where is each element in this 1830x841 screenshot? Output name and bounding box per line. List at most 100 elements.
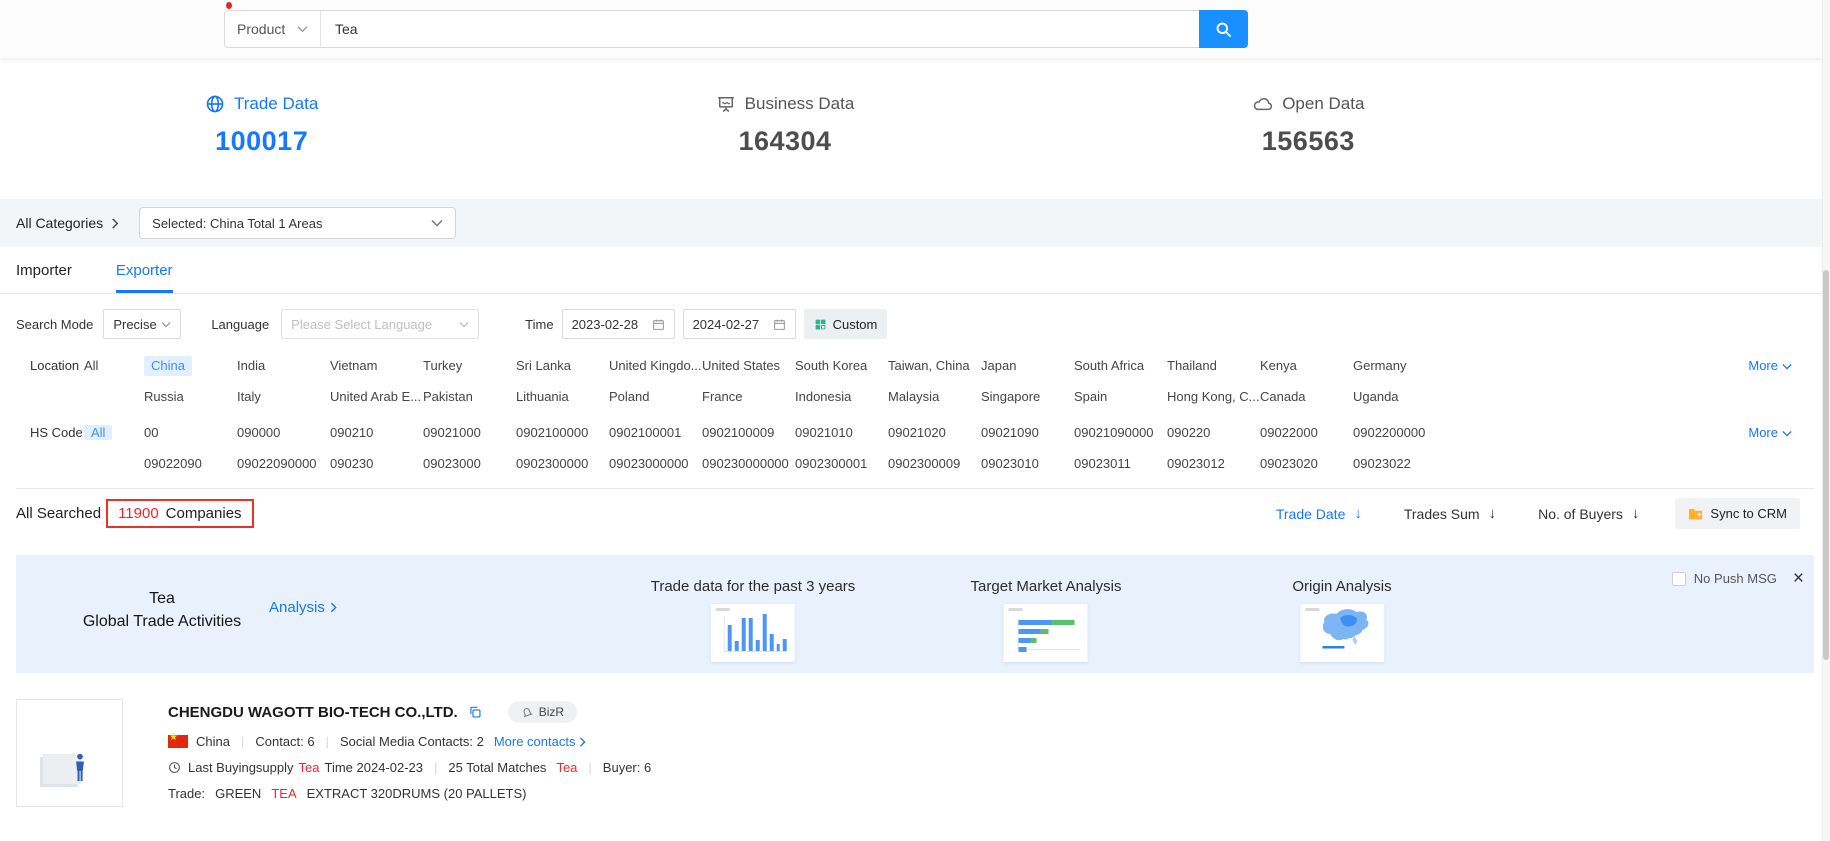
sort-no-of-buyers[interactable]: No. of Buyers ↓ [1538, 505, 1639, 522]
location-option[interactable]: Poland [609, 387, 649, 407]
location-option[interactable]: Japan [981, 356, 1016, 376]
company-image[interactable] [16, 699, 123, 807]
hs-code-option[interactable]: 090230000000 [702, 454, 789, 474]
tab-exporter[interactable]: Exporter [116, 247, 173, 293]
hs-code-option[interactable]: 09023000000 [609, 454, 689, 474]
keyword-highlight: Tea [556, 760, 577, 775]
location-option[interactable]: Lithuania [516, 387, 569, 407]
location-option[interactable]: Indonesia [795, 387, 851, 407]
location-option[interactable]: Sri Lanka [516, 356, 571, 376]
hbar-chart-thumbnail[interactable] [1004, 604, 1088, 662]
hs-code-option[interactable]: 090220 [1167, 423, 1210, 443]
date-to-input[interactable]: 2024-02-27 [683, 309, 796, 339]
hs-code-option[interactable]: 09023012 [1167, 454, 1225, 474]
hs-code-option[interactable]: 09021000 [423, 423, 481, 443]
search-category-select[interactable]: Product [225, 11, 321, 47]
hs-code-option[interactable]: 09023010 [981, 454, 1039, 474]
location-option[interactable]: China [144, 356, 192, 376]
copy-icon[interactable] [468, 705, 482, 719]
location-option[interactable]: Thailand [1167, 356, 1217, 376]
location-option[interactable]: Germany [1353, 356, 1406, 376]
location-option[interactable]: Hong Kong, C... [1167, 387, 1260, 407]
close-icon[interactable]: × [1793, 572, 1804, 586]
hs-code-option[interactable]: 09023020 [1260, 454, 1318, 474]
hs-code-option[interactable]: 09021010 [795, 423, 853, 443]
location-option[interactable]: Turkey [423, 356, 462, 376]
location-option[interactable]: United Arab E... [330, 387, 421, 407]
hs-code-option[interactable]: 09021020 [888, 423, 946, 443]
hs-code-more-link[interactable]: More [1748, 423, 1814, 443]
hs-code-option[interactable]: 00 [144, 423, 158, 443]
language-select[interactable]: Please Select Language [281, 309, 479, 339]
hs-code-option[interactable]: 0902300009 [888, 454, 960, 474]
search-mode-select[interactable]: Precise [103, 309, 181, 339]
selected-areas-select[interactable]: Selected: China Total 1 Areas [139, 207, 456, 239]
location-option-all[interactable]: All [84, 356, 144, 376]
location-option[interactable]: India [237, 356, 265, 376]
sort-trade-date[interactable]: Trade Date ↓ [1276, 505, 1362, 522]
tab-importer[interactable]: Importer [16, 247, 72, 293]
stat-trade-data[interactable]: Trade Data 100017 [0, 94, 523, 199]
hs-code-option-all[interactable]: All [84, 423, 144, 443]
location-option[interactable]: United States [702, 356, 780, 376]
location-option[interactable]: South Korea [795, 356, 867, 376]
banner-card-origin: Origin Analysis [1292, 578, 1391, 662]
hs-code-option[interactable]: 09022090 [144, 454, 202, 474]
location-option[interactable]: South Africa [1074, 356, 1144, 376]
hs-code-option[interactable]: 0902300000 [516, 454, 588, 474]
stat-open-data[interactable]: Open Data 156563 [1047, 94, 1570, 199]
location-option[interactable]: France [702, 387, 742, 407]
map-thumbnail[interactable] [1300, 604, 1384, 662]
location-option[interactable]: Vietnam [330, 356, 377, 376]
location-option[interactable]: Taiwan, China [888, 356, 970, 376]
more-contacts-link[interactable]: More contacts [494, 734, 587, 749]
card-caption: Trade data for the past 3 years [651, 578, 856, 595]
hs-code-option[interactable]: 090210 [330, 423, 373, 443]
custom-range-button[interactable]: Custom [804, 309, 888, 339]
hs-code-option[interactable]: 09021090000 [1074, 423, 1154, 443]
search-button[interactable] [1199, 10, 1248, 48]
stat-business-data[interactable]: Business Data 164304 [523, 94, 1046, 199]
hs-code-option[interactable]: 090000 [237, 423, 280, 443]
location-option[interactable]: United Kingdo... [609, 356, 702, 376]
location-option[interactable]: Pakistan [423, 387, 473, 407]
sync-to-crm-button[interactable]: Sync to CRM [1675, 498, 1800, 529]
analysis-link[interactable]: Analysis [269, 599, 337, 616]
hs-code-option[interactable]: 0902100001 [609, 423, 681, 443]
search-input[interactable] [321, 11, 1199, 47]
location-more-link[interactable]: More [1748, 356, 1814, 376]
hs-code-option[interactable]: 09023011 [1074, 454, 1131, 474]
hs-code-option[interactable]: 09022090000 [237, 454, 317, 474]
vertical-scrollbar[interactable] [1822, 0, 1830, 841]
search-box: Product [224, 10, 1248, 48]
hs-code-option[interactable]: 0902300001 [795, 454, 867, 474]
location-option[interactable]: Malaysia [888, 387, 939, 407]
hs-code-option[interactable]: 090230 [330, 454, 373, 474]
hs-code-option[interactable]: 09021090 [981, 423, 1039, 443]
hs-code-option[interactable]: 0902100000 [516, 423, 588, 443]
location-option[interactable]: Uganda [1353, 387, 1399, 407]
location-option[interactable]: Spain [1074, 387, 1107, 407]
selected-areas-value: Selected: China Total 1 Areas [152, 216, 322, 231]
hs-code-option[interactable]: 0902200000 [1353, 423, 1425, 443]
location-option[interactable]: Kenya [1260, 356, 1297, 376]
all-categories-button[interactable]: All Categories [16, 215, 119, 231]
company-name[interactable]: CHENGDU WAGOTT BIO-TECH CO.,LTD. [168, 704, 458, 721]
china-flag-icon: ★ [168, 735, 188, 748]
location-option[interactable]: Russia [144, 387, 184, 407]
chevron-right-icon [579, 737, 586, 747]
location-option[interactable]: Canada [1260, 387, 1306, 407]
date-from-input[interactable]: 2023-02-28 [562, 309, 675, 339]
folder-icon [1688, 507, 1703, 520]
scrollbar-thumb[interactable] [1823, 270, 1829, 660]
hs-code-option[interactable]: 09023000 [423, 454, 481, 474]
hs-code-option[interactable]: 0902100009 [702, 423, 774, 443]
bizr-badge[interactable]: BizR [508, 701, 577, 723]
no-push-checkbox[interactable] [1672, 572, 1686, 586]
location-option[interactable]: Singapore [981, 387, 1040, 407]
hs-code-option[interactable]: 09023022 [1353, 454, 1411, 474]
location-option[interactable]: Italy [237, 387, 261, 407]
hs-code-option[interactable]: 09022000 [1260, 423, 1318, 443]
sort-trades-sum[interactable]: Trades Sum ↓ [1404, 505, 1496, 522]
bar-chart-thumbnail[interactable] [711, 604, 795, 662]
